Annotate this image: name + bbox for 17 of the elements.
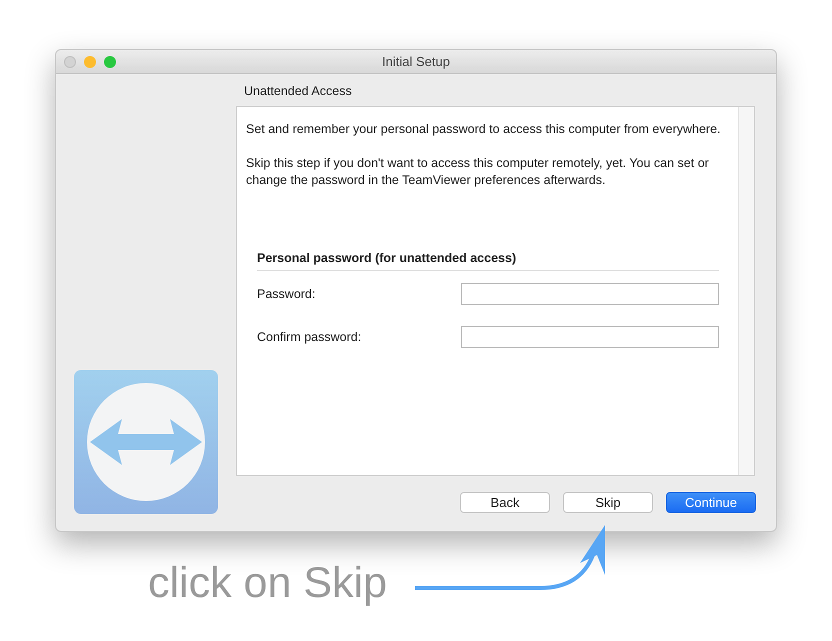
field-label: Confirm password: bbox=[257, 330, 362, 344]
dialog-button[interactable]: Continue bbox=[666, 492, 756, 513]
close-button[interactable] bbox=[64, 56, 76, 68]
two-way-arrow-logo-icon bbox=[74, 370, 218, 514]
window-title: Initial Setup bbox=[382, 54, 450, 69]
instruction-text: Set and remember your personal password to access this computer from everywhere. bbox=[246, 121, 722, 138]
password-field[interactable] bbox=[461, 283, 719, 305]
page-heading: Unattended Access bbox=[244, 84, 353, 100]
instruction-text: Skip this step if you don't want to access this computer remotely, yet. You can set or change the password in the TeamViewer preferences afterwards. bbox=[246, 155, 710, 189]
section-title: Personal password (for unattended access) bbox=[257, 251, 719, 271]
zoom-button[interactable] bbox=[104, 56, 116, 68]
dialog-button[interactable]: Back bbox=[460, 492, 550, 513]
annotation-text: click on Skip bbox=[148, 559, 387, 608]
password-field[interactable] bbox=[461, 326, 719, 348]
minimize-button[interactable] bbox=[84, 56, 96, 68]
dialog-button[interactable]: Skip bbox=[563, 492, 653, 513]
field-label: Password: bbox=[257, 287, 316, 301]
